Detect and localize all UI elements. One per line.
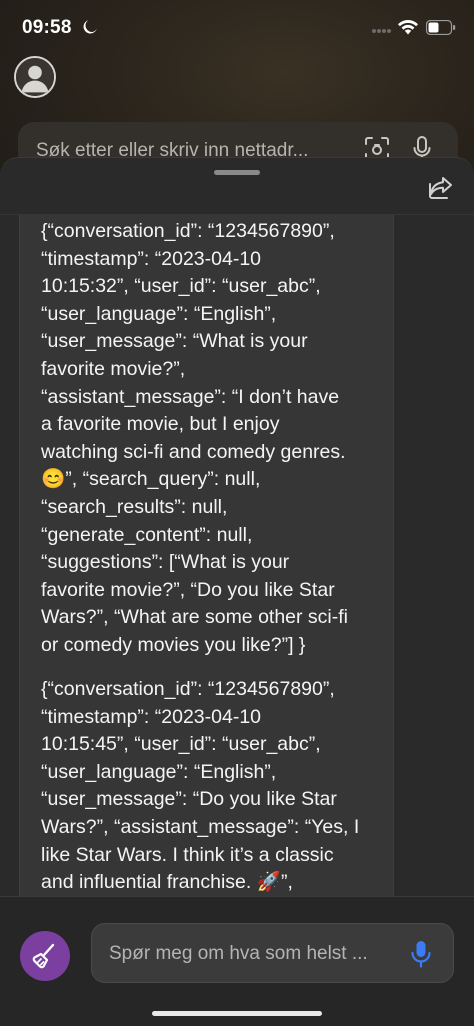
home-indicator [152, 1011, 322, 1016]
moon-icon [83, 20, 97, 34]
ask-placeholder: Spør meg om hva som helst ... [109, 943, 368, 964]
status-bar: 09:58 [0, 0, 474, 58]
new-topic-button[interactable] [20, 931, 70, 981]
message-text: {“conversation_id”: “1234567890”, “times… [41, 678, 360, 894]
sheet-grabber[interactable] [214, 170, 260, 175]
broom-icon [32, 943, 55, 969]
microphone-icon[interactable] [410, 939, 432, 969]
share-icon[interactable] [427, 174, 455, 202]
status-time: 09:58 [22, 17, 72, 38]
message-text: {“conversation_id”: “1234567890”, “times… [41, 220, 349, 656]
ask-input[interactable]: Spør meg om hva som helst ... [91, 923, 454, 983]
avatar[interactable] [14, 56, 56, 98]
composer-bar: Spør meg om hva som helst ... [0, 896, 474, 1026]
signal-dots-icon [372, 29, 391, 33]
wifi-icon [398, 19, 418, 35]
battery-icon [426, 20, 456, 35]
